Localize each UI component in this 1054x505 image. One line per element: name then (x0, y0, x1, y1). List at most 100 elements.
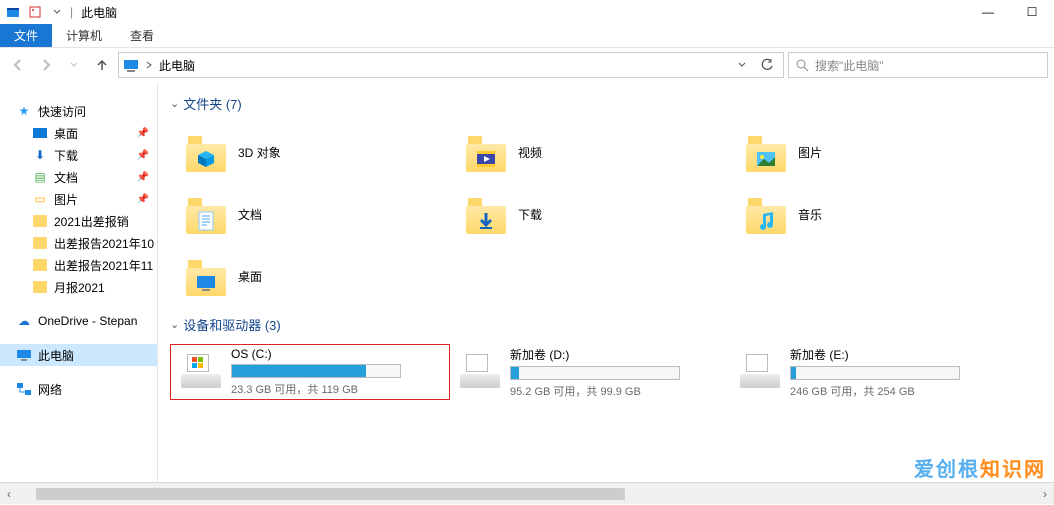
drive-item[interactable]: 新加卷 (E:)246 GB 可用，共 254 GB (730, 344, 1010, 400)
nav-recent-dropdown[interactable] (62, 53, 86, 77)
document-icon: ▤ (32, 169, 48, 185)
maximize-button[interactable]: ☐ (1010, 0, 1054, 24)
sidebar-this-pc[interactable]: 此电脑 (0, 344, 157, 366)
sidebar-item-desktop[interactable]: 桌面 📌 (0, 122, 157, 144)
picture-icon (755, 148, 777, 170)
sidebar-item-label: 出差报告2021年10 (54, 235, 154, 252)
folder-label: 视频 (518, 144, 542, 161)
folder-label: 音乐 (798, 206, 822, 223)
breadcrumb-this-pc[interactable]: 此电脑 (159, 57, 195, 74)
tab-computer[interactable]: 计算机 (52, 24, 116, 47)
navigation-row: 此电脑 搜索"此电脑" (0, 48, 1054, 82)
folder-item[interactable]: 下载 (450, 185, 730, 243)
folder-label: 桌面 (238, 268, 262, 285)
folder-icon (32, 235, 48, 251)
folder-item[interactable]: 文档 (170, 185, 450, 243)
folder-label: 下载 (518, 206, 542, 223)
navigation-sidebar: ★ 快速访问 桌面 📌 ⬇ 下载 📌 ▤ 文档 📌 ▭ 图片 📌 (0, 82, 158, 482)
qat-dropdown-icon[interactable] (48, 3, 66, 21)
window-controls: — ☐ (966, 0, 1054, 24)
address-dropdown-icon[interactable] (737, 60, 747, 70)
search-input[interactable]: 搜索"此电脑" (788, 52, 1048, 78)
sidebar-item-label: 桌面 (54, 125, 78, 142)
sidebar-item-folder[interactable]: 出差报告2021年10 (0, 232, 157, 254)
download-icon (475, 210, 497, 232)
main-area: ★ 快速访问 桌面 📌 ⬇ 下载 📌 ▤ 文档 📌 ▭ 图片 📌 (0, 82, 1054, 482)
pin-icon: 📌 (137, 194, 149, 205)
download-icon: ⬇ (32, 147, 48, 163)
pin-icon: 📌 (137, 150, 149, 161)
sidebar-item-label: 图片 (54, 191, 78, 208)
sidebar-item-label: 文档 (54, 169, 78, 186)
sidebar-item-pictures[interactable]: ▭ 图片 📌 (0, 188, 157, 210)
section-drives-label: 设备和驱动器 (3) (183, 315, 281, 334)
scroll-left-icon[interactable]: ‹ (0, 483, 18, 505)
minimize-button[interactable]: — (966, 0, 1010, 24)
drive-tag-icon (746, 354, 768, 372)
drive-icon (740, 354, 780, 390)
sidebar-quick-access[interactable]: ★ 快速访问 (0, 100, 157, 122)
drive-usage-bar (510, 366, 680, 380)
nav-back-button[interactable] (6, 53, 30, 77)
sidebar-item-folder[interactable]: 月报2021 (0, 276, 157, 298)
sidebar-item-documents[interactable]: ▤ 文档 📌 (0, 166, 157, 188)
folder-item[interactable]: 图片 (730, 123, 1010, 181)
watermark-part2: 知识网 (980, 459, 1046, 481)
address-bar[interactable]: 此电脑 (118, 52, 784, 78)
drive-stats: 246 GB 可用，共 254 GB (790, 383, 1006, 399)
document-icon (195, 210, 217, 232)
picture-icon: ▭ (32, 191, 48, 207)
scroll-thumb[interactable] (36, 488, 625, 500)
drive-name: OS (C:) (231, 347, 445, 361)
network-icon (16, 381, 32, 397)
pin-icon: 📌 (137, 128, 149, 139)
section-folders-label: 文件夹 (7) (183, 94, 242, 113)
drive-stats: 23.3 GB 可用，共 119 GB (231, 381, 445, 397)
video-icon (475, 148, 497, 170)
properties-icon[interactable] (26, 3, 44, 21)
folder-item[interactable]: 视频 (450, 123, 730, 181)
pin-icon: 📌 (137, 172, 149, 183)
folder-label: 图片 (798, 144, 822, 161)
sidebar-item-folder[interactable]: 2021出差报销 (0, 210, 157, 232)
section-folders-header[interactable]: ⌄ 文件夹 (7) (170, 94, 1046, 113)
sidebar-item-downloads[interactable]: ⬇ 下载 📌 (0, 144, 157, 166)
tab-file[interactable]: 文件 (0, 24, 52, 47)
folder-item[interactable]: 音乐 (730, 185, 1010, 243)
drive-item[interactable]: OS (C:) 23.3 GB 可用，共 119 GB (170, 344, 450, 400)
horizontal-scrollbar[interactable]: ‹ › (0, 482, 1054, 504)
sidebar-item-label: 月报2021 (54, 279, 105, 296)
folder-icon (186, 132, 226, 172)
drive-item[interactable]: 新加卷 (D:)95.2 GB 可用，共 99.9 GB (450, 344, 730, 400)
watermark-part1: 爱创根 (914, 459, 980, 481)
sidebar-onedrive-label: OneDrive - Stepan (38, 314, 137, 328)
folders-grid: 3D 对象 视频 图片文档 下载 音乐桌面 (170, 123, 1046, 309)
refresh-button[interactable] (755, 53, 779, 77)
folder-item[interactable]: 桌面 (170, 247, 450, 305)
scroll-right-icon[interactable]: › (1036, 483, 1054, 505)
sidebar-network[interactable]: 网络 (0, 378, 157, 400)
scroll-track[interactable] (36, 486, 1018, 502)
sidebar-onedrive[interactable]: ☁ OneDrive - Stepan (0, 310, 157, 332)
folder-item[interactable]: 3D 对象 (170, 123, 450, 181)
folder-icon (32, 257, 48, 273)
section-drives-header[interactable]: ⌄ 设备和驱动器 (3) (170, 315, 1046, 334)
folder-icon (466, 194, 506, 234)
drive-tag-icon (187, 354, 209, 372)
tab-view[interactable]: 查看 (116, 24, 168, 47)
sidebar-network-label: 网络 (38, 381, 62, 398)
address-pc-icon (123, 58, 139, 72)
sidebar-item-label: 出差报告2021年11 (54, 257, 153, 274)
folder-icon (466, 132, 506, 172)
nav-forward-button[interactable] (34, 53, 58, 77)
sidebar-quick-access-label: 快速访问 (38, 103, 86, 120)
search-placeholder: 搜索"此电脑" (815, 57, 884, 74)
content-pane: ⌄ 文件夹 (7) 3D 对象 视频 图片文档 下载 音乐桌面 ⌄ 设备和驱动器 (3)… (158, 82, 1054, 482)
folder-icon (746, 194, 786, 234)
sidebar-item-folder[interactable]: 出差报告2021年11 (0, 254, 157, 276)
nav-up-button[interactable] (90, 53, 114, 77)
breadcrumb-separator-icon[interactable] (145, 60, 153, 70)
drive-info: 新加卷 (E:)246 GB 可用，共 254 GB (790, 346, 1006, 399)
drive-icon (181, 354, 221, 390)
folder-icon (186, 256, 226, 296)
